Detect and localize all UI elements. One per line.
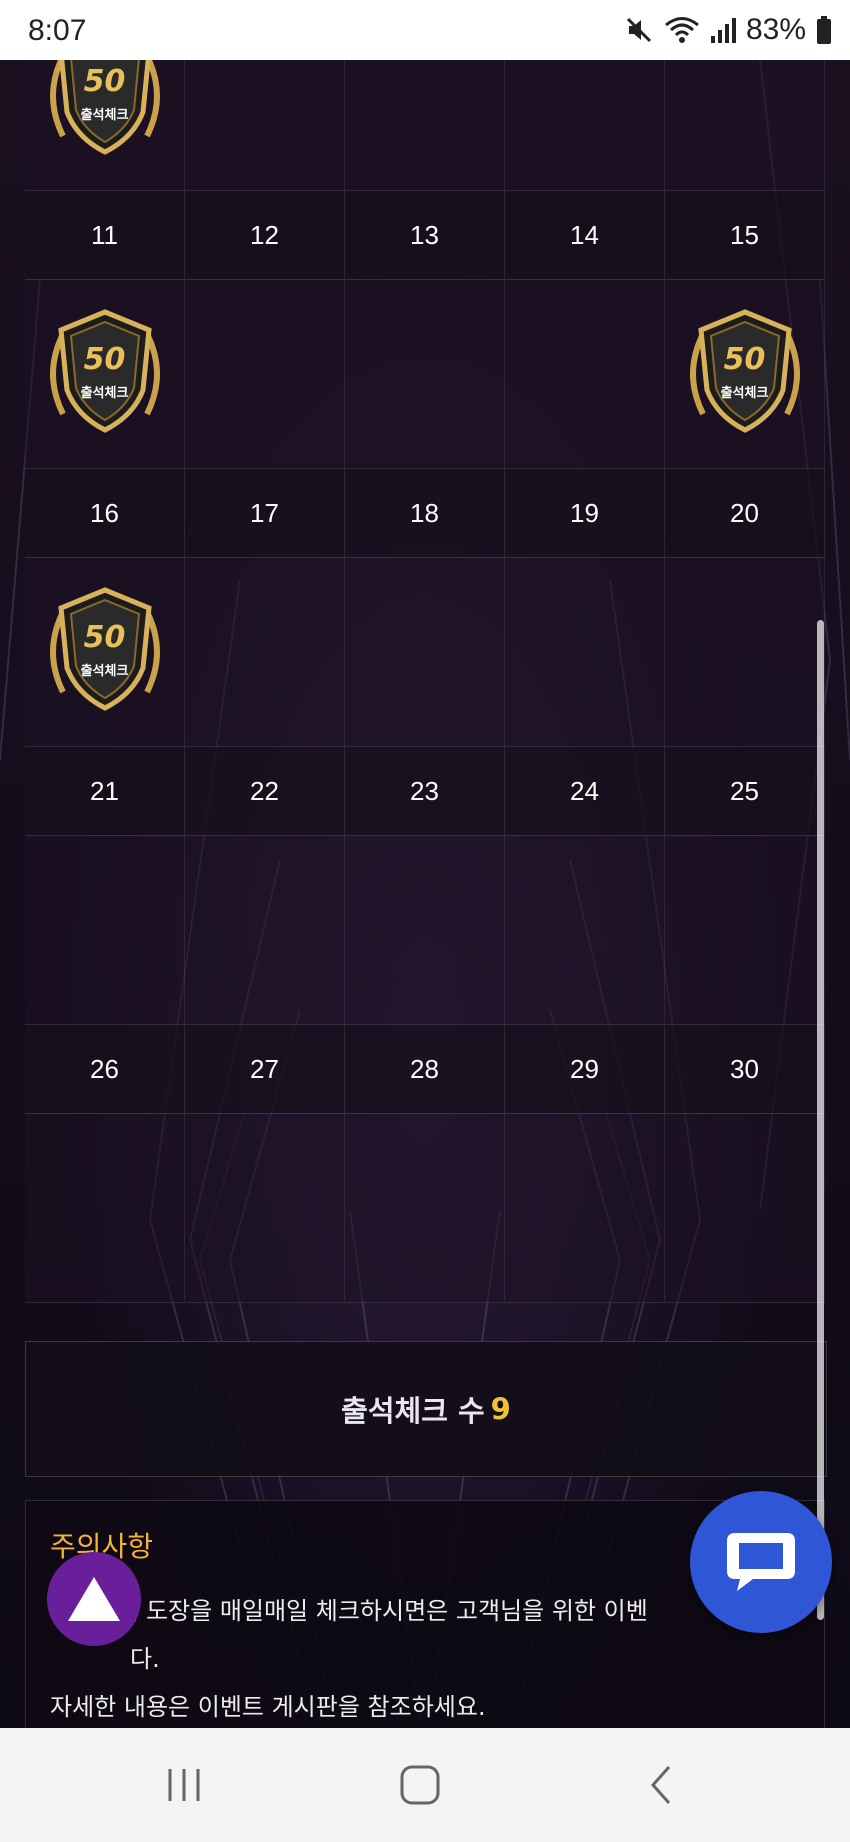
attendance-badge-icon: 50 출석체크 [37, 60, 173, 166]
calendar-day-cell [505, 1114, 665, 1303]
calendar-day-cell [665, 60, 825, 191]
status-bar: 8:07 83% [0, 0, 850, 60]
calendar-date: 19 [505, 469, 665, 558]
badge-label: 출석체크 [80, 108, 129, 123]
badge-label: 출석체크 [80, 664, 129, 679]
calendar-day-cell [185, 280, 345, 469]
notice-line: 출석부에 도장을 매일매일 체크하시면은 고객님을 위한 이벤 [50, 1597, 648, 1625]
chat-button[interactable] [690, 1491, 832, 1633]
attendance-calendar: 50 출석체크 11 12 13 14 15 50 출석체크 50 출석체크 16 17 18 19 20 50… [25, 60, 825, 1303]
calendar-day-cell [185, 836, 345, 1025]
notice-title: 주의사항 [50, 1530, 154, 1563]
badge-number: 50 [83, 64, 126, 99]
calendar-date: 23 [345, 747, 505, 836]
calendar-day-cell [505, 836, 665, 1025]
calendar-date: 18 [345, 469, 505, 558]
badge-label: 출석체크 [80, 386, 129, 401]
wifi-icon [665, 17, 699, 43]
attendance-badge-icon: 50 출석체크 [677, 304, 813, 444]
calendar-date: 14 [505, 191, 665, 280]
calendar-day-cell [505, 558, 665, 747]
attendance-page: 50 출석체크 11 12 13 14 15 50 출석체크 50 출석체크 16 17 18 19 20 50… [0, 60, 850, 1728]
attendance-badge-icon: 50 출석체크 [37, 304, 173, 444]
calendar-day-cell [25, 1114, 185, 1303]
calendar-day-cell [505, 280, 665, 469]
attendance-badge-icon: 50 출석체크 [37, 582, 173, 722]
calendar-day-cell: 50 출석체크 [25, 558, 185, 747]
calendar-day-cell [345, 836, 505, 1025]
chat-icon [727, 1533, 795, 1591]
calendar-date: 16 [25, 469, 185, 558]
attendance-count-value: 9 [490, 1392, 511, 1426]
calendar-date: 15 [665, 191, 825, 280]
signal-icon [710, 18, 736, 43]
back-button[interactable] [630, 1758, 690, 1812]
calendar-day-cell [345, 280, 505, 469]
scrollbar[interactable] [817, 620, 824, 1620]
calendar-day-cell [185, 60, 345, 191]
back-icon [650, 1766, 671, 1804]
calendar-date: 21 [25, 747, 185, 836]
battery-icon [817, 16, 831, 44]
recent-apps-button[interactable] [154, 1758, 214, 1812]
calendar-date: 28 [345, 1025, 505, 1114]
notice-line: 자세한 내용은 이벤트 게시판을 참조하세요. [50, 1693, 486, 1721]
calendar-date: 22 [185, 747, 345, 836]
mute-icon [626, 17, 652, 43]
calendar-day-cell [185, 1114, 345, 1303]
calendar-day-cell [665, 558, 825, 747]
recent-apps-icon [168, 1769, 200, 1801]
calendar-day-cell: 50 출석체크 [25, 280, 185, 469]
badge-number: 50 [83, 342, 126, 377]
calendar-grid: 50 출석체크 11 12 13 14 15 50 출석체크 50 출석체크 16 17 18 19 20 50… [25, 60, 825, 1303]
status-icons: 83% [624, 12, 832, 48]
attendance-count-box: 출석체크 수 9 [25, 1341, 827, 1477]
notice-line: 다. [130, 1645, 160, 1673]
calendar-date: 25 [665, 747, 825, 836]
scroll-top-icon [68, 1577, 120, 1621]
attendance-count-label: 출석체크 수 [341, 1394, 485, 1428]
calendar-day-cell [185, 558, 345, 747]
battery-percent: 83% [745, 13, 806, 46]
status-time: 8:07 [28, 14, 87, 47]
calendar-day-cell [665, 1114, 825, 1303]
badge-label: 출석체크 [720, 386, 769, 401]
badge-number: 50 [723, 342, 766, 377]
calendar-date: 20 [665, 469, 825, 558]
calendar-day-cell [345, 60, 505, 191]
scroll-top-button[interactable] [47, 1552, 141, 1646]
calendar-day-cell [505, 60, 665, 191]
badge-number: 50 [83, 620, 126, 655]
calendar-date: 11 [25, 191, 185, 280]
calendar-day-cell [345, 1114, 505, 1303]
calendar-date: 13 [345, 191, 505, 280]
calendar-date: 12 [185, 191, 345, 280]
system-nav-bar [0, 1728, 850, 1842]
calendar-day-cell: 50 출석체크 [665, 280, 825, 469]
calendar-date: 17 [185, 469, 345, 558]
calendar-date: 30 [665, 1025, 825, 1114]
home-button[interactable] [390, 1758, 450, 1812]
calendar-day-cell: 50 출석체크 [25, 60, 185, 191]
calendar-day-cell [25, 836, 185, 1025]
calendar-date: 24 [505, 747, 665, 836]
home-icon [400, 1765, 440, 1805]
calendar-date: 29 [505, 1025, 665, 1114]
calendar-date: 26 [25, 1025, 185, 1114]
calendar-date: 27 [185, 1025, 345, 1114]
calendar-day-cell [345, 558, 505, 747]
calendar-day-cell [665, 836, 825, 1025]
